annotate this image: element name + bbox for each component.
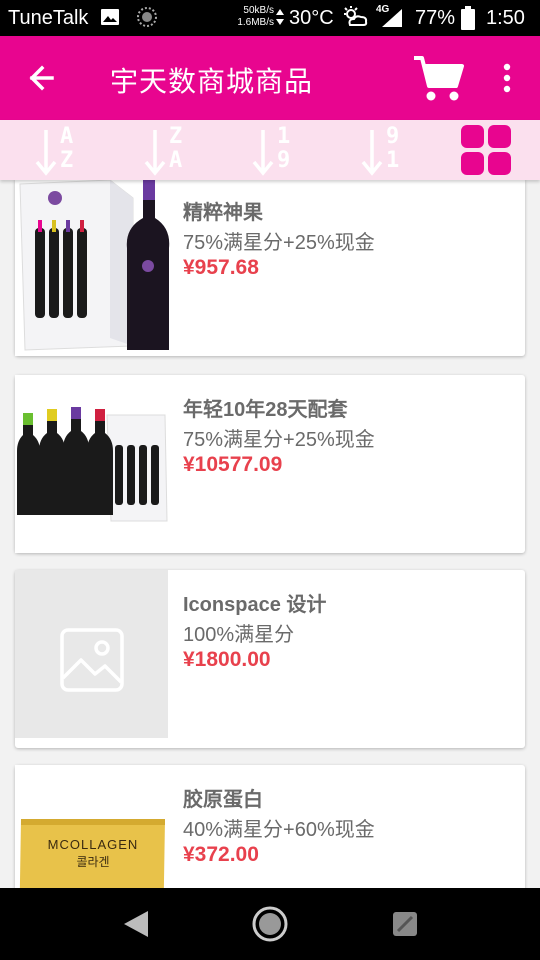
image-notification-icon: [101, 9, 119, 25]
product-payment: 75%满星分+25%现金: [183, 232, 375, 254]
product-price: ¥1800.00: [183, 648, 271, 671]
product-price: ¥10577.09: [183, 453, 283, 476]
upload-speed: 50kB/s: [243, 5, 274, 16]
sort-z-a-button[interactable]: Z A: [143, 124, 197, 176]
collagen-box-label: MCOLLAGEN: [47, 837, 139, 852]
product-card[interactable]: MCOLLAGEN 콜라겐 胶原蛋白 40%满星分+60%现金 ¥372.00: [15, 765, 525, 888]
sort-label-bottom: 1: [386, 148, 400, 173]
product-name: 胶原蛋白: [183, 789, 263, 811]
navigation-bar: [0, 888, 540, 960]
sort-label-top: 9: [386, 124, 400, 149]
product-payment: 100%满星分: [183, 624, 295, 646]
sync-notification-icon: [137, 7, 157, 27]
product-card[interactable]: 精粹神果 75%满星分+25%现金 ¥957.68: [15, 180, 525, 356]
nav-home-icon[interactable]: [252, 906, 288, 942]
product-name: 精粹神果: [183, 202, 263, 224]
carrier-name: TuneTalk: [8, 7, 89, 29]
product-price: ¥957.68: [183, 256, 259, 279]
product-image: [15, 180, 183, 356]
image-placeholder-icon: [15, 570, 168, 738]
status-bar: TuneTalk 50kB/s 1.6MB/s 30°C 4G 77% 1:50: [0, 0, 540, 36]
product-image: MCOLLAGEN 콜라겐: [15, 765, 183, 888]
sort-a-z-button[interactable]: A Z: [34, 124, 88, 176]
arrow-down-icon: [361, 130, 383, 176]
sort-label-bottom: Z: [60, 148, 74, 173]
arrow-down-icon: [144, 130, 166, 176]
sort-label-bottom: A: [169, 148, 183, 173]
battery-icon: [461, 6, 475, 30]
sort-label-top: Z: [169, 124, 183, 149]
grid-view-icon[interactable]: [460, 124, 512, 176]
product-payment: 40%满星分+60%现金: [183, 819, 375, 841]
more-vertical-icon[interactable]: [494, 60, 520, 96]
shopping-cart-icon[interactable]: [412, 54, 464, 104]
product-image: [15, 375, 183, 553]
product-card[interactable]: 年轻10年28天配套 75%满星分+25%现金 ¥10577.09: [15, 375, 525, 553]
arrow-down-icon: [35, 130, 57, 176]
arrow-down-icon: [252, 130, 274, 176]
nav-recent-apps-icon[interactable]: [392, 911, 418, 937]
product-payment: 75%满星分+25%现金: [183, 429, 375, 451]
sort-9-1-button[interactable]: 9 1: [360, 124, 414, 176]
battery-percent: 77%: [415, 7, 456, 29]
download-speed: 1.6MB/s: [237, 17, 274, 28]
product-name: Iconspace 设计: [183, 594, 327, 616]
weather-icon: [344, 6, 368, 26]
app-bar: 宇天数商城商品: [0, 36, 540, 120]
sort-bar: A Z Z A 1 9 9 1: [0, 120, 540, 180]
product-price: ¥372.00: [183, 843, 259, 866]
temperature: 30°C: [289, 7, 334, 29]
page-title: 宇天数商城商品: [110, 66, 314, 97]
sort-label-top: 1: [277, 124, 291, 149]
data-transfer-icon: [276, 9, 284, 25]
nav-back-icon[interactable]: [122, 909, 150, 939]
network-speed: 50kB/s 1.6MB/s: [230, 5, 274, 29]
product-card[interactable]: Iconspace 设计 100%满星分 ¥1800.00: [15, 570, 525, 748]
arrow-left-icon[interactable]: [22, 58, 62, 98]
sort-label-top: A: [60, 124, 74, 149]
signal-icon: [382, 9, 402, 27]
clock: 1:50: [486, 7, 525, 29]
product-name: 年轻10年28天配套: [183, 399, 348, 421]
collagen-box-sublabel: 콜라겐: [76, 855, 110, 869]
sort-label-bottom: 9: [277, 148, 291, 173]
sort-1-9-button[interactable]: 1 9: [251, 124, 305, 176]
product-list[interactable]: 精粹神果 75%满星分+25%现金 ¥957.68 年轻10年28天配套 75%…: [0, 180, 540, 888]
